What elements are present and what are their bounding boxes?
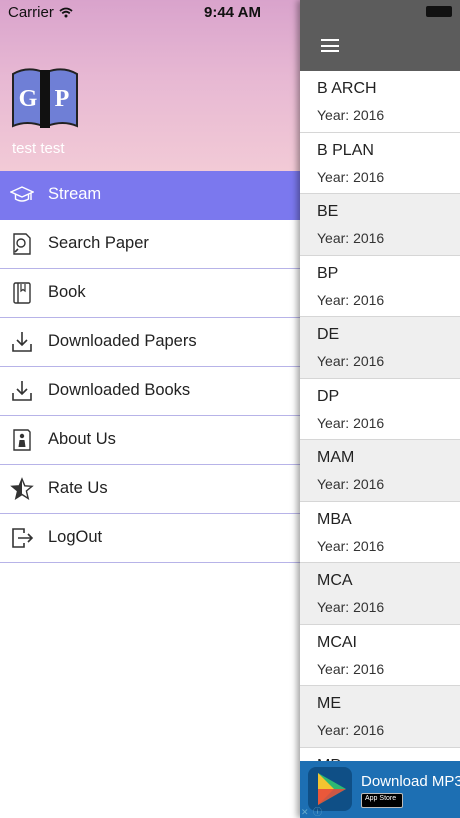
download-icon	[12, 381, 32, 401]
main-panel: B ARCH Year: 2016 B PLAN Year: 2016 BE Y…	[300, 0, 460, 818]
stream-year: Year: 2016	[317, 291, 385, 308]
close-icon[interactable]: ✕	[301, 807, 311, 817]
stream-year: Year: 2016	[317, 414, 385, 431]
stream-title: MCAI	[317, 633, 357, 651]
stream-year: Year: 2016	[317, 537, 385, 554]
stream-title: BE	[317, 203, 339, 220]
download-icon	[12, 332, 32, 352]
star-icon	[10, 477, 34, 501]
app-store-badge[interactable]: App Store	[361, 793, 403, 808]
stream-year: Year: 2016	[317, 107, 385, 123]
stream-title: MBA	[317, 510, 352, 528]
list-item[interactable]: BE Year: 2016	[300, 194, 460, 256]
list-item[interactable]: MAM Year: 2016	[300, 440, 460, 502]
ad-banner[interactable]: Download MP3 App Store ✕ ⓘ	[300, 761, 460, 818]
menu-item-book[interactable]: Book	[0, 269, 300, 318]
list-item[interactable]: DE Year: 2016	[300, 317, 460, 379]
menu-item-downloaded-books[interactable]: Downloaded Books	[0, 367, 300, 416]
logo-letter-g: G	[19, 86, 38, 112]
info-person-icon	[13, 429, 31, 451]
stream-list: B ARCH Year: 2016 B PLAN Year: 2016 BE Y…	[300, 71, 460, 809]
menu-item-search-paper[interactable]: Search Paper	[0, 220, 300, 269]
wifi-icon	[59, 7, 73, 18]
info-icon[interactable]: ⓘ	[313, 807, 323, 817]
search-paper-icon	[13, 233, 31, 255]
menu-item-stream[interactable]: Stream	[0, 171, 300, 220]
graduation-cap-icon	[10, 186, 34, 202]
stream-title: BP	[317, 264, 339, 282]
menu-item-logout[interactable]: LogOut	[0, 514, 300, 563]
list-item[interactable]: B ARCH Year: 2016	[300, 71, 460, 133]
nav-bar	[300, 0, 460, 71]
stream-year: Year: 2016	[317, 722, 385, 738]
list-item[interactable]: MCA Year: 2016	[300, 563, 460, 625]
list-item[interactable]: ME Year: 2016	[300, 686, 460, 748]
stream-year: Year: 2016	[317, 353, 385, 369]
drawer-menu: Stream Search Paper Book Downloaded Pape…	[0, 171, 300, 563]
side-drawer: Carrier 9:44 AM G P test test Stream Sea…	[0, 0, 300, 818]
list-item[interactable]: MBA Year: 2016	[300, 502, 460, 563]
stream-title: DP	[317, 387, 340, 405]
menu-label: Downloaded Books	[48, 381, 191, 399]
list-item[interactable]: MCAI Year: 2016	[300, 625, 460, 686]
username: test test	[12, 140, 65, 157]
stream-year: Year: 2016	[317, 660, 385, 677]
stream-title: B PLAN	[317, 141, 374, 159]
menu-label: Book	[48, 283, 86, 301]
ad-title: Download MP3	[361, 773, 460, 790]
app-logo: G P	[12, 68, 78, 128]
carrier-label: Carrier	[8, 4, 54, 21]
stream-title: ME	[317, 695, 341, 712]
list-item[interactable]: DP Year: 2016	[300, 379, 460, 440]
menu-label: Search Paper	[48, 234, 149, 252]
status-time: 9:44 AM	[204, 4, 261, 21]
stream-year: Year: 2016	[317, 230, 385, 246]
menu-item-downloaded-papers[interactable]: Downloaded Papers	[0, 318, 300, 367]
menu-label: Stream	[48, 185, 102, 203]
stream-year: Year: 2016	[317, 476, 385, 492]
stream-title: B ARCH	[317, 80, 377, 97]
menu-item-about-us[interactable]: About Us	[0, 416, 300, 465]
menu-label: Rate Us	[48, 479, 108, 497]
play-icon	[308, 767, 352, 811]
menu-label: About Us	[48, 430, 116, 448]
menu-item-rate-us[interactable]: Rate Us	[0, 465, 300, 514]
book-icon	[13, 282, 31, 304]
stream-year: Year: 2016	[317, 168, 385, 185]
menu-label: Downloaded Papers	[48, 332, 197, 350]
logout-icon	[12, 528, 34, 548]
battery-icon	[426, 6, 452, 17]
stream-year: Year: 2016	[317, 599, 385, 615]
app-store-badge-label: App Store	[365, 795, 397, 802]
list-item[interactable]: BP Year: 2016	[300, 256, 460, 317]
menu-label: LogOut	[48, 528, 103, 546]
stream-title: DE	[317, 326, 340, 343]
drawer-header: Carrier 9:44 AM G P test test	[0, 0, 300, 171]
hamburger-menu-icon[interactable]	[321, 39, 339, 52]
stream-title: MAM	[317, 449, 355, 466]
list-item[interactable]: B PLAN Year: 2016	[300, 133, 460, 194]
stream-title: MCA	[317, 572, 353, 589]
logo-letter-p: P	[55, 86, 70, 112]
status-carrier: Carrier	[8, 4, 73, 21]
